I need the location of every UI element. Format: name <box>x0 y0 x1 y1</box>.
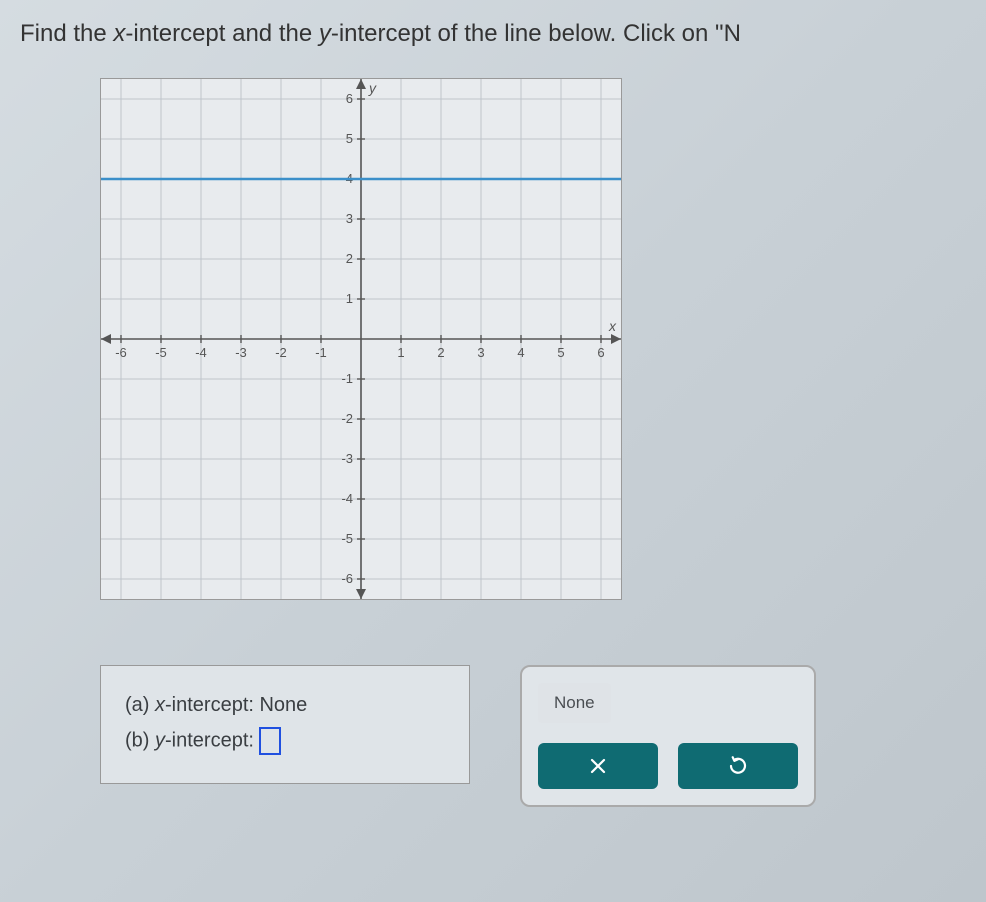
svg-text:-4: -4 <box>195 345 207 360</box>
answer-a: (a) x-intercept: None <box>125 694 445 717</box>
answer-box: (a) x-intercept: None (b) y-intercept: <box>100 665 470 784</box>
a-text: -intercept: <box>165 694 259 716</box>
q-mid1: -intercept and the <box>125 20 318 47</box>
svg-text:4: 4 <box>517 345 524 360</box>
svg-text:-6: -6 <box>341 571 353 586</box>
answer-b: (b) y-intercept: <box>125 727 445 755</box>
question-text: Find the x-intercept and the y-intercept… <box>20 20 966 48</box>
svg-text:3: 3 <box>477 345 484 360</box>
svg-text:-3: -3 <box>235 345 247 360</box>
svg-text:3: 3 <box>346 211 353 226</box>
svg-text:x: x <box>608 318 617 334</box>
svg-text:-3: -3 <box>341 451 353 466</box>
svg-text:-1: -1 <box>341 371 353 386</box>
undo-button[interactable] <box>678 743 798 789</box>
svg-text:6: 6 <box>597 345 604 360</box>
svg-text:-5: -5 <box>341 531 353 546</box>
graph[interactable]: -6-5-4-3-2-1123456-6-5-4-3-2-1123456xy <box>100 78 622 600</box>
svg-text:2: 2 <box>346 251 353 266</box>
svg-text:-4: -4 <box>341 491 353 506</box>
undo-icon <box>728 756 748 776</box>
b-prefix: (b) <box>125 729 155 751</box>
svg-text:y: y <box>368 80 377 96</box>
a-prefix: (a) <box>125 694 155 716</box>
svg-text:-2: -2 <box>341 411 353 426</box>
svg-text:-2: -2 <box>275 345 287 360</box>
a-var: x <box>155 694 165 716</box>
svg-text:6: 6 <box>346 91 353 106</box>
svg-text:-5: -5 <box>155 345 167 360</box>
q-mid2: -intercept of the line below. Click on "… <box>331 20 741 47</box>
svg-text:-6: -6 <box>115 345 127 360</box>
q-yvar: y <box>319 20 331 47</box>
none-button[interactable]: None <box>538 683 611 723</box>
coordinate-plane: -6-5-4-3-2-1123456-6-5-4-3-2-1123456xy <box>101 79 621 599</box>
svg-text:5: 5 <box>557 345 564 360</box>
svg-text:2: 2 <box>437 345 444 360</box>
tool-panel: None <box>520 665 816 807</box>
b-var: y <box>155 729 165 751</box>
svg-text:1: 1 <box>346 291 353 306</box>
clear-button[interactable] <box>538 743 658 789</box>
b-text: -intercept: <box>165 729 259 751</box>
svg-text:-1: -1 <box>315 345 327 360</box>
x-icon <box>589 757 607 775</box>
a-value[interactable]: None <box>259 694 307 716</box>
svg-text:1: 1 <box>397 345 404 360</box>
svg-text:5: 5 <box>346 131 353 146</box>
y-intercept-input[interactable] <box>259 727 281 755</box>
q-xvar: x <box>113 20 125 47</box>
q-prefix: Find the <box>20 20 113 47</box>
